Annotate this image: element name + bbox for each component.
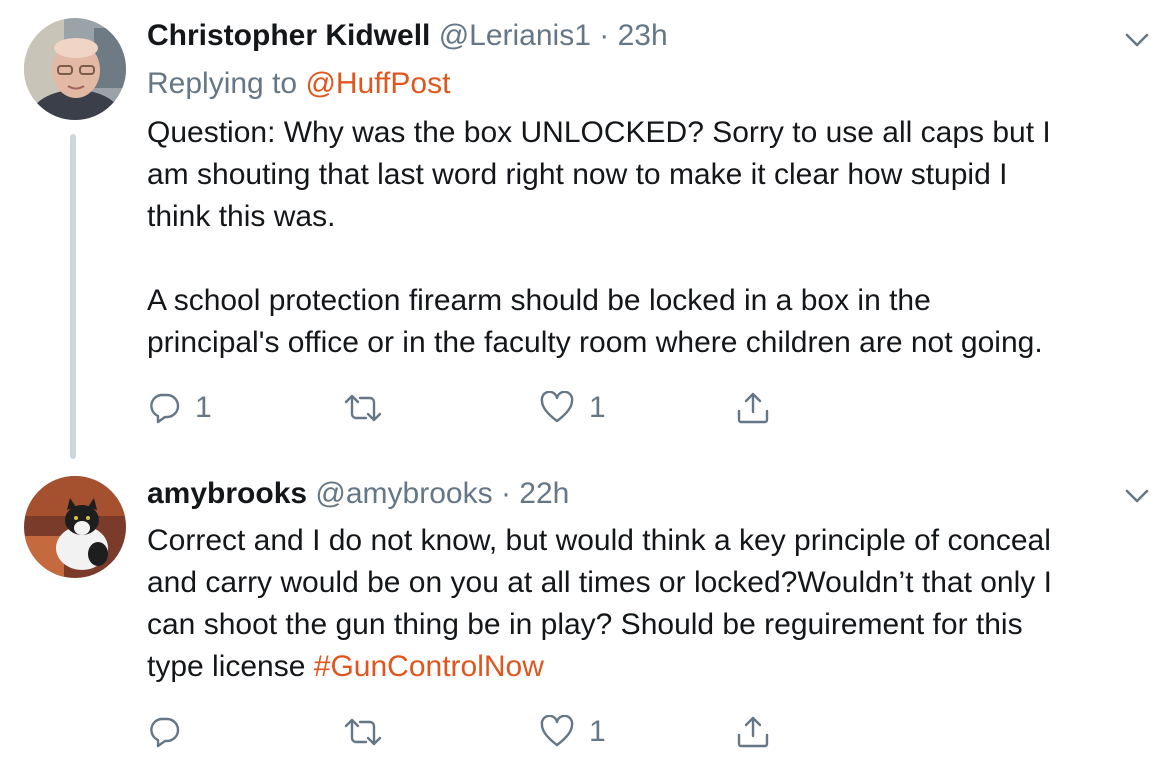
author-name[interactable]: Christopher Kidwell — [147, 19, 430, 52]
like-count: 1 — [589, 715, 606, 748]
replying-to: Replying to @HuffPost — [147, 64, 450, 104]
retweet-icon — [344, 718, 382, 746]
reply-count: 1 — [195, 391, 212, 424]
retweet-button[interactable] — [343, 712, 397, 752]
hashtag-link[interactable]: #GunControlNow — [314, 650, 544, 683]
tweet-header: amybrooks @amybrooks · 22h — [147, 474, 569, 514]
action-bar: 1 — [147, 712, 1147, 752]
reply-icon — [150, 393, 180, 424]
heart-icon — [540, 715, 574, 747]
tweet-text: Question: Why was the box UNLOCKED? Sorr… — [147, 116, 1051, 359]
avatar[interactable] — [24, 18, 126, 120]
chevron-down-icon[interactable] — [1122, 486, 1152, 506]
reply-handle-link[interactable]: @HuffPost — [305, 67, 450, 100]
reply-icon — [150, 717, 180, 748]
like-button[interactable]: 1 — [539, 712, 606, 752]
share-icon — [737, 392, 769, 424]
timestamp[interactable]: 23h — [618, 19, 668, 52]
author-handle[interactable]: @Lerianis1 — [439, 19, 591, 52]
reply-button[interactable]: 1 — [147, 388, 212, 428]
tweet-header: Christopher Kidwell @Lerianis1 · 23h — [147, 16, 668, 56]
tweet[interactable]: amybrooks @amybrooks · 22h Correct and I… — [0, 460, 1174, 772]
author-name[interactable]: amybrooks — [147, 477, 307, 510]
tweet-text: Correct and I do not know, but would thi… — [147, 520, 1157, 688]
tweet-text-content: Correct and I do not know, but would thi… — [147, 524, 1052, 683]
separator: · — [599, 19, 610, 52]
retweet-button[interactable] — [343, 388, 397, 428]
reply-button[interactable] — [147, 712, 195, 752]
separator: · — [500, 477, 511, 510]
chevron-down-icon[interactable] — [1122, 30, 1152, 50]
share-button[interactable] — [735, 388, 771, 428]
like-count: 1 — [589, 391, 606, 424]
like-button[interactable]: 1 — [539, 388, 606, 428]
retweet-icon — [344, 394, 382, 422]
tweet[interactable]: Christopher Kidwell @Lerianis1 · 23h Rep… — [0, 0, 1174, 460]
heart-icon — [540, 391, 574, 423]
replying-to-label: Replying to — [147, 67, 298, 100]
share-icon — [737, 716, 769, 748]
thread-line — [70, 134, 76, 459]
author-handle[interactable]: @amybrooks — [315, 477, 492, 510]
action-bar: 1 1 — [147, 388, 1147, 428]
avatar[interactable] — [24, 476, 126, 578]
timestamp[interactable]: 22h — [519, 477, 569, 510]
share-button[interactable] — [735, 712, 771, 752]
